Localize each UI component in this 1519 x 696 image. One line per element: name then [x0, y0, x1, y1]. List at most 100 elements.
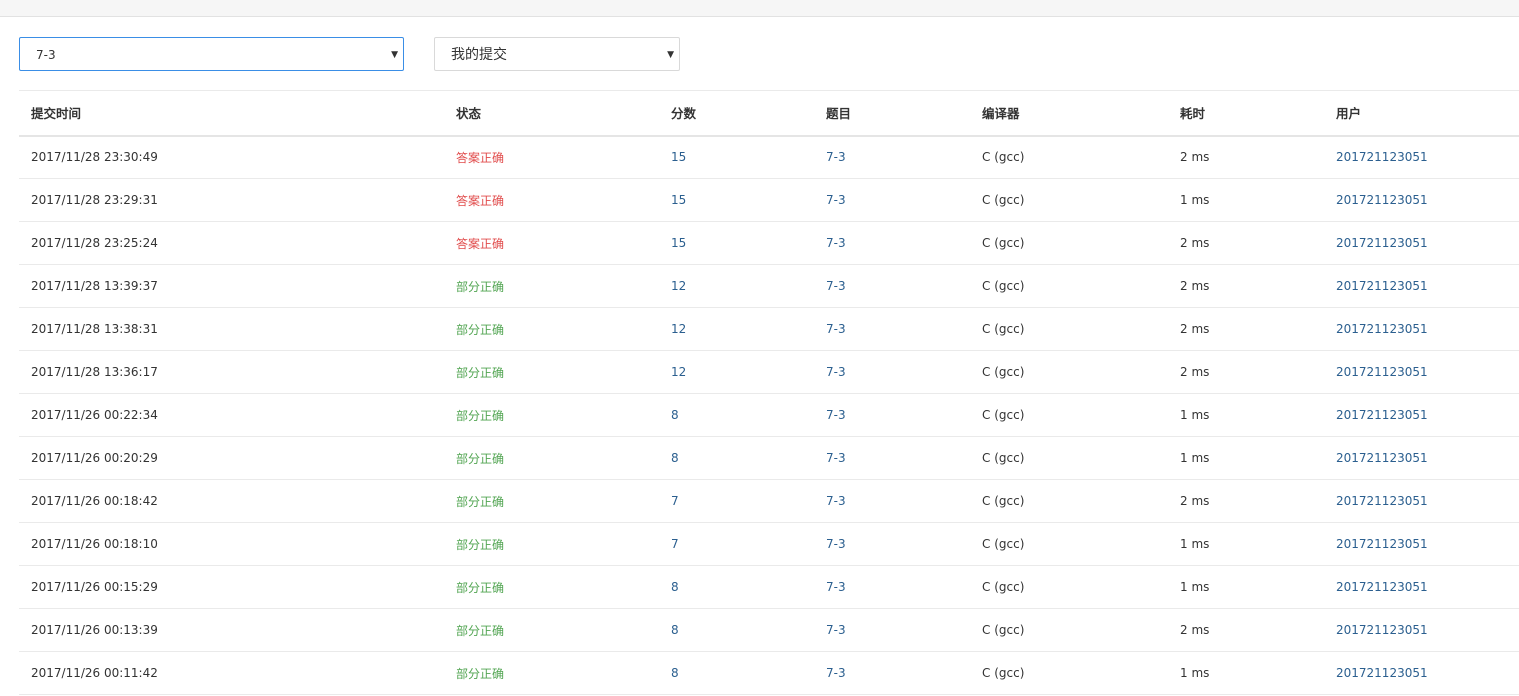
- cell-status[interactable]: 部分正确: [444, 350, 659, 394]
- cell-status[interactable]: 答案正确: [444, 178, 659, 222]
- table-header: 提交时间 状态 分数 题目 编译器 耗时 用户: [19, 90, 1519, 137]
- cell-status[interactable]: 部分正确: [444, 307, 659, 351]
- cell-score[interactable]: 15: [659, 221, 814, 265]
- header-runtime[interactable]: 耗时: [1168, 90, 1324, 137]
- cell-status[interactable]: 部分正确: [444, 264, 659, 308]
- cell-submit-time: 2017/11/28 23:25:24: [19, 221, 444, 265]
- cell-compiler: C (gcc): [970, 307, 1168, 351]
- cell-status[interactable]: 部分正确: [444, 565, 659, 609]
- cell-runtime: 1 ms: [1168, 178, 1324, 222]
- cell-score[interactable]: 12: [659, 350, 814, 394]
- table-row: 2017/11/28 13:38:31 部分正确 12 7-3 C (gcc) 2 ms 2…: [19, 307, 1519, 351]
- cell-user[interactable]: 201721123051: [1324, 651, 1519, 695]
- cell-problem[interactable]: 7-3: [814, 178, 970, 222]
- cell-problem[interactable]: 7-3: [814, 135, 970, 179]
- table-row: 2017/11/28 23:25:24 答案正确 15 7-3 C (gcc) 2 ms 2…: [19, 221, 1519, 265]
- cell-status[interactable]: 部分正确: [444, 522, 659, 566]
- cell-runtime: 2 ms: [1168, 221, 1324, 265]
- scope-filter-select[interactable]: 我的提交 ▼: [434, 37, 680, 71]
- cell-submit-time: 2017/11/26 00:18:42: [19, 479, 444, 523]
- cell-score[interactable]: 8: [659, 565, 814, 609]
- cell-runtime: 2 ms: [1168, 608, 1324, 652]
- cell-user[interactable]: 201721123051: [1324, 178, 1519, 222]
- cell-status[interactable]: 答案正确: [444, 135, 659, 179]
- top-bar: [0, 0, 1519, 17]
- cell-problem[interactable]: 7-3: [814, 479, 970, 523]
- cell-status[interactable]: 部分正确: [444, 436, 659, 480]
- table-row: 2017/11/26 00:11:42 部分正确 8 7-3 C (gcc) 1 ms 20…: [19, 651, 1519, 695]
- cell-user[interactable]: 201721123051: [1324, 350, 1519, 394]
- cell-user[interactable]: 201721123051: [1324, 608, 1519, 652]
- cell-score[interactable]: 8: [659, 608, 814, 652]
- cell-problem[interactable]: 7-3: [814, 565, 970, 609]
- cell-user[interactable]: 201721123051: [1324, 135, 1519, 179]
- cell-score[interactable]: 7: [659, 522, 814, 566]
- cell-submit-time: 2017/11/26 00:18:10: [19, 522, 444, 566]
- problem-filter-select[interactable]: 7-3 ▼: [19, 37, 404, 71]
- caret-down-icon: ▼: [667, 50, 674, 60]
- header-submit-time[interactable]: 提交时间: [19, 90, 444, 137]
- cell-score[interactable]: 12: [659, 264, 814, 308]
- cell-user[interactable]: 201721123051: [1324, 307, 1519, 351]
- cell-problem[interactable]: 7-3: [814, 608, 970, 652]
- cell-score[interactable]: 8: [659, 393, 814, 437]
- cell-status[interactable]: 部分正确: [444, 393, 659, 437]
- cell-score[interactable]: 8: [659, 651, 814, 695]
- cell-status[interactable]: 部分正确: [444, 651, 659, 695]
- cell-problem[interactable]: 7-3: [814, 264, 970, 308]
- cell-user[interactable]: 201721123051: [1324, 565, 1519, 609]
- cell-compiler: C (gcc): [970, 393, 1168, 437]
- cell-runtime: 2 ms: [1168, 307, 1324, 351]
- cell-score[interactable]: 8: [659, 436, 814, 480]
- cell-score[interactable]: 15: [659, 135, 814, 179]
- cell-status[interactable]: 部分正确: [444, 479, 659, 523]
- cell-runtime: 2 ms: [1168, 479, 1324, 523]
- cell-compiler: C (gcc): [970, 264, 1168, 308]
- cell-compiler: C (gcc): [970, 178, 1168, 222]
- cell-problem[interactable]: 7-3: [814, 651, 970, 695]
- cell-compiler: C (gcc): [970, 522, 1168, 566]
- cell-score[interactable]: 7: [659, 479, 814, 523]
- cell-compiler: C (gcc): [970, 651, 1168, 695]
- cell-submit-time: 2017/11/26 00:11:42: [19, 651, 444, 695]
- cell-score[interactable]: 15: [659, 178, 814, 222]
- cell-problem[interactable]: 7-3: [814, 393, 970, 437]
- cell-user[interactable]: 201721123051: [1324, 393, 1519, 437]
- cell-user[interactable]: 201721123051: [1324, 436, 1519, 480]
- header-problem[interactable]: 题目: [814, 90, 970, 137]
- cell-submit-time: 2017/11/28 13:39:37: [19, 264, 444, 308]
- cell-problem[interactable]: 7-3: [814, 350, 970, 394]
- scope-filter-value: 我的提交: [451, 47, 507, 63]
- cell-score[interactable]: 12: [659, 307, 814, 351]
- table-row: 2017/11/26 00:22:34 部分正确 8 7-3 C (gcc) 1 ms 20…: [19, 393, 1519, 437]
- table-row: 2017/11/28 13:39:37 部分正确 12 7-3 C (gcc) 2 ms 2…: [19, 264, 1519, 308]
- cell-compiler: C (gcc): [970, 135, 1168, 179]
- cell-user[interactable]: 201721123051: [1324, 221, 1519, 265]
- cell-status[interactable]: 部分正确: [444, 608, 659, 652]
- cell-compiler: C (gcc): [970, 221, 1168, 265]
- cell-submit-time: 2017/11/26 00:22:34: [19, 393, 444, 437]
- cell-problem[interactable]: 7-3: [814, 307, 970, 351]
- cell-compiler: C (gcc): [970, 350, 1168, 394]
- cell-user[interactable]: 201721123051: [1324, 264, 1519, 308]
- cell-problem[interactable]: 7-3: [814, 436, 970, 480]
- cell-submit-time: 2017/11/28 23:29:31: [19, 178, 444, 222]
- cell-problem[interactable]: 7-3: [814, 522, 970, 566]
- cell-user[interactable]: 201721123051: [1324, 479, 1519, 523]
- cell-user[interactable]: 201721123051: [1324, 522, 1519, 566]
- table-row: 2017/11/26 00:20:29 部分正确 8 7-3 C (gcc) 1 ms 20…: [19, 436, 1519, 480]
- problem-filter-value: 7-3: [36, 48, 56, 62]
- table-row: 2017/11/26 00:18:42 部分正确 7 7-3 C (gcc) 2 ms 20…: [19, 479, 1519, 523]
- cell-runtime: 2 ms: [1168, 135, 1324, 179]
- header-compiler[interactable]: 编译器: [970, 90, 1168, 137]
- header-score[interactable]: 分数: [659, 90, 814, 137]
- cell-runtime: 1 ms: [1168, 565, 1324, 609]
- cell-compiler: C (gcc): [970, 436, 1168, 480]
- cell-submit-time: 2017/11/28 23:30:49: [19, 135, 444, 179]
- header-status[interactable]: 状态: [444, 90, 659, 137]
- cell-compiler: C (gcc): [970, 608, 1168, 652]
- cell-problem[interactable]: 7-3: [814, 221, 970, 265]
- cell-runtime: 1 ms: [1168, 393, 1324, 437]
- cell-status[interactable]: 答案正确: [444, 221, 659, 265]
- header-user[interactable]: 用户: [1324, 90, 1519, 137]
